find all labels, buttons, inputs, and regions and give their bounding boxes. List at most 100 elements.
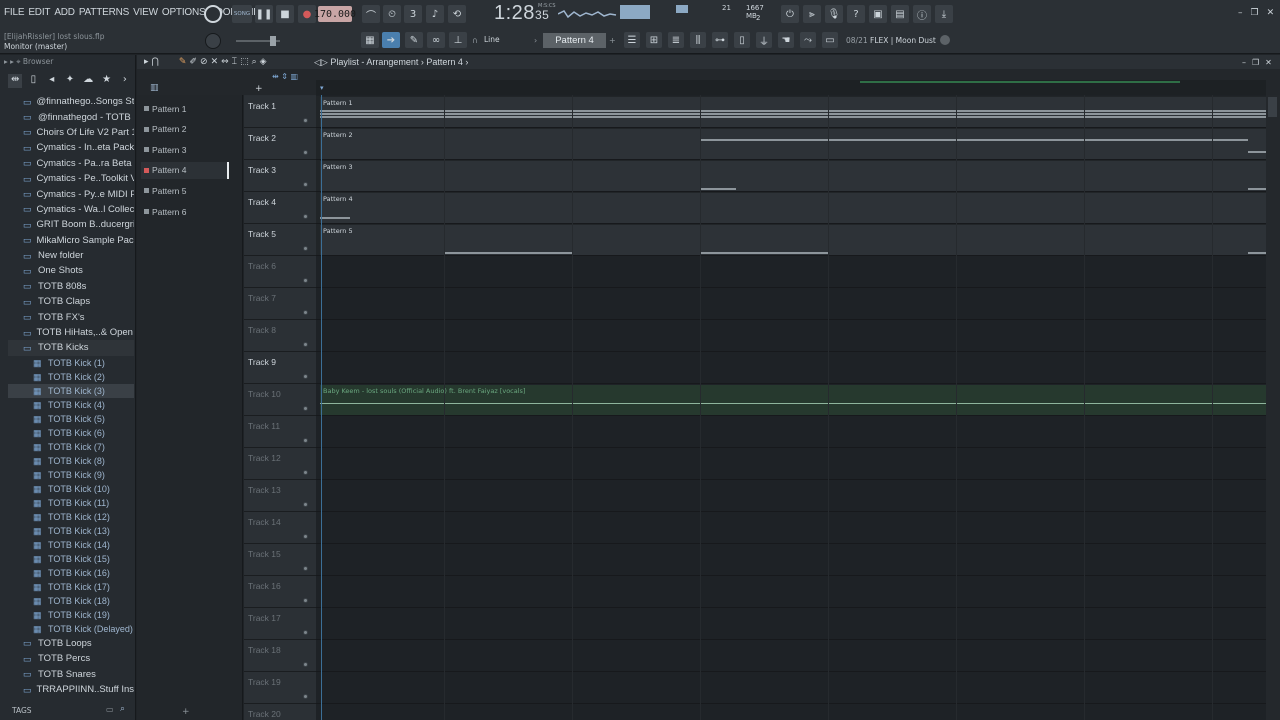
browser-file[interactable]: ▦ TOTB Kick (16) — [8, 566, 134, 580]
track-mute-led[interactable] — [303, 694, 308, 699]
microphone-button[interactable]: 🎙 — [825, 5, 843, 23]
track-mute-led[interactable] — [303, 118, 308, 123]
track-header[interactable]: Track 3 — [244, 160, 316, 192]
zoom-icon[interactable]: ⌕ — [252, 57, 257, 67]
track-mute-led[interactable] — [303, 342, 308, 347]
undo-history-button[interactable]: ⏻ — [781, 5, 799, 23]
playlist-snap-button[interactable]: ▦ — [361, 32, 379, 48]
pattern-clip[interactable]: Pattern 2 — [320, 129, 1266, 159]
browser-file[interactable]: ▦ TOTB Kick (11) — [8, 496, 134, 510]
stamp-button[interactable]: ⊥ — [449, 32, 467, 48]
track-header[interactable]: Track 12 — [244, 448, 316, 480]
track-header[interactable]: Track 17 — [244, 608, 316, 640]
browser-file[interactable]: ▦ TOTB Kick (2) — [8, 370, 134, 384]
pattern-item[interactable]: Pattern 1 — [141, 100, 229, 117]
track-mute-led[interactable] — [303, 534, 308, 539]
pattern-item[interactable]: Pattern 5 — [141, 182, 229, 199]
main-volume-knob[interactable] — [205, 33, 221, 49]
pencil-tool-button[interactable]: ✎ — [405, 32, 423, 48]
browser-folder[interactable]: ▭ TOTB FX's — [8, 309, 134, 324]
browser-folder[interactable]: ▭ TOTB HiHats,..& Open Hats — [8, 325, 134, 340]
track-lane[interactable] — [316, 352, 1266, 384]
track-lane[interactable] — [316, 416, 1266, 448]
info-button[interactable]: ⓘ — [913, 5, 931, 23]
menu-item-options[interactable]: OPTIONS — [162, 7, 206, 18]
menu-item-edit[interactable]: EDIT — [28, 7, 50, 18]
track-header[interactable]: Track 2 — [244, 128, 316, 160]
browser-folder[interactable]: ▭ TOTB Kicks — [8, 340, 134, 356]
plugin-picker-button[interactable]: ⏚ — [756, 32, 772, 48]
track-lane[interactable] — [316, 672, 1266, 704]
track-header[interactable]: Track 9 — [244, 352, 316, 384]
speaker-icon[interactable]: ◂ — [45, 74, 59, 88]
track-mute-led[interactable] — [303, 406, 308, 411]
loop-record-button[interactable]: ⟲ — [448, 5, 466, 23]
browser-file[interactable]: ▦ TOTB Kick (14) — [8, 538, 134, 552]
news-button[interactable]: ▭ — [822, 32, 838, 48]
loop-marker[interactable] — [860, 81, 1180, 83]
master-pitch-knob[interactable] — [204, 5, 222, 23]
browser-file[interactable]: ▦ TOTB Kick (3) — [8, 383, 134, 398]
browser-file[interactable]: ▦ TOTB Kick (7) — [8, 440, 134, 454]
track-header[interactable]: Track 7 — [244, 288, 316, 320]
vertical-scrollbar[interactable] — [1266, 95, 1280, 720]
minimize-icon[interactable]: – — [1242, 58, 1246, 67]
menu-item-view[interactable]: VIEW — [133, 7, 158, 18]
track-header[interactable]: Track 15 — [244, 544, 316, 576]
channel-button[interactable]: ⊶ — [712, 32, 728, 48]
browser-file[interactable]: ▦ TOTB Kick (4) — [8, 398, 134, 412]
menu-item-file[interactable]: FILE — [4, 7, 25, 18]
browser-folder[interactable]: ▭ One Shots — [8, 263, 134, 278]
track-header[interactable]: Track 6 — [244, 256, 316, 288]
browser-folder[interactable]: ▭ Cymatics - Pa..ra Beta Pack — [8, 156, 134, 171]
search-icon[interactable]: ⌕ — [120, 704, 125, 714]
star-icon[interactable]: ★ — [99, 74, 113, 88]
pattern-item[interactable]: Pattern 3 — [141, 141, 229, 158]
pattern-clip[interactable]: Pattern 5 — [320, 225, 1266, 255]
track-header[interactable]: Track 1 — [244, 96, 316, 128]
browser-button[interactable]: ▯ — [734, 32, 750, 48]
globe-icon[interactable] — [940, 35, 950, 45]
tempo-display[interactable]: 170.000 — [314, 6, 356, 22]
link-button[interactable]: ∞ — [427, 32, 445, 48]
help-button[interactable]: ? — [847, 5, 865, 23]
browser-file[interactable]: ▦ TOTB Kick (10) — [8, 482, 134, 496]
track-lane[interactable] — [316, 480, 1266, 512]
pattern-clip[interactable]: Pattern 1 — [320, 97, 1266, 127]
browser-folder[interactable]: ▭ Cymatics - Pe..Toolkit Vol 1 — [8, 171, 134, 186]
track-mute-led[interactable] — [303, 214, 308, 219]
wait-input-button[interactable]: ⏲ — [383, 5, 401, 23]
track-lane[interactable] — [316, 256, 1266, 288]
magnet-icon[interactable]: ⋂ — [152, 57, 159, 67]
playlist-button[interactable]: ☰ — [624, 32, 640, 48]
stop-button[interactable]: ■ — [276, 5, 294, 23]
track-mute-led[interactable] — [303, 246, 308, 251]
browser-file[interactable]: ▦ TOTB Kick (18) — [8, 594, 134, 608]
minimize-icon[interactable]: – — [1238, 8, 1243, 18]
track-mute-led[interactable] — [303, 150, 308, 155]
track-mute-led[interactable] — [303, 630, 308, 635]
pattern-item[interactable]: Pattern 4 — [141, 161, 229, 179]
chevron-right-icon[interactable]: › — [118, 74, 132, 88]
pattern-clip[interactable]: Pattern 3 — [320, 161, 1266, 191]
track-lane[interactable] — [316, 288, 1266, 320]
browser-folder[interactable]: ▭ TOTB 808s — [8, 279, 134, 294]
delete-icon[interactable]: ⊘ — [200, 57, 208, 67]
collapse-icon[interactable]: ⇹ — [8, 74, 23, 88]
mixer-view-button[interactable]: ⫼ — [690, 32, 706, 48]
restore-icon[interactable]: ❐ — [1251, 8, 1259, 18]
close-icon[interactable]: ✕ — [1265, 58, 1272, 67]
track-header[interactable]: Track 8 — [244, 320, 316, 352]
arrow-left-icon[interactable]: › — [534, 36, 537, 45]
browser-file[interactable]: ▦ TOTB Kick (19) — [8, 608, 134, 622]
track-header[interactable]: Track 16 — [244, 576, 316, 608]
zoom-handle-icon[interactable]: ⇹ ⇕ ▥ — [272, 72, 298, 81]
cloud-icon[interactable]: ☁ — [81, 74, 95, 88]
hint-bar[interactable]: 08/21 FLEX | Moon Dust — [846, 36, 936, 45]
pattern-clip[interactable]: Pattern 4 — [320, 193, 1266, 223]
channel-rack-button[interactable]: ≣ — [668, 32, 684, 48]
browser-file[interactable]: ▦ TOTB Kick (1) — [8, 356, 134, 370]
song-pattern-toggle[interactable]: SONG — [232, 5, 252, 23]
menu-item-patterns[interactable]: PATTERNS — [79, 7, 129, 18]
step-edit-button[interactable]: ➔ — [382, 32, 400, 48]
